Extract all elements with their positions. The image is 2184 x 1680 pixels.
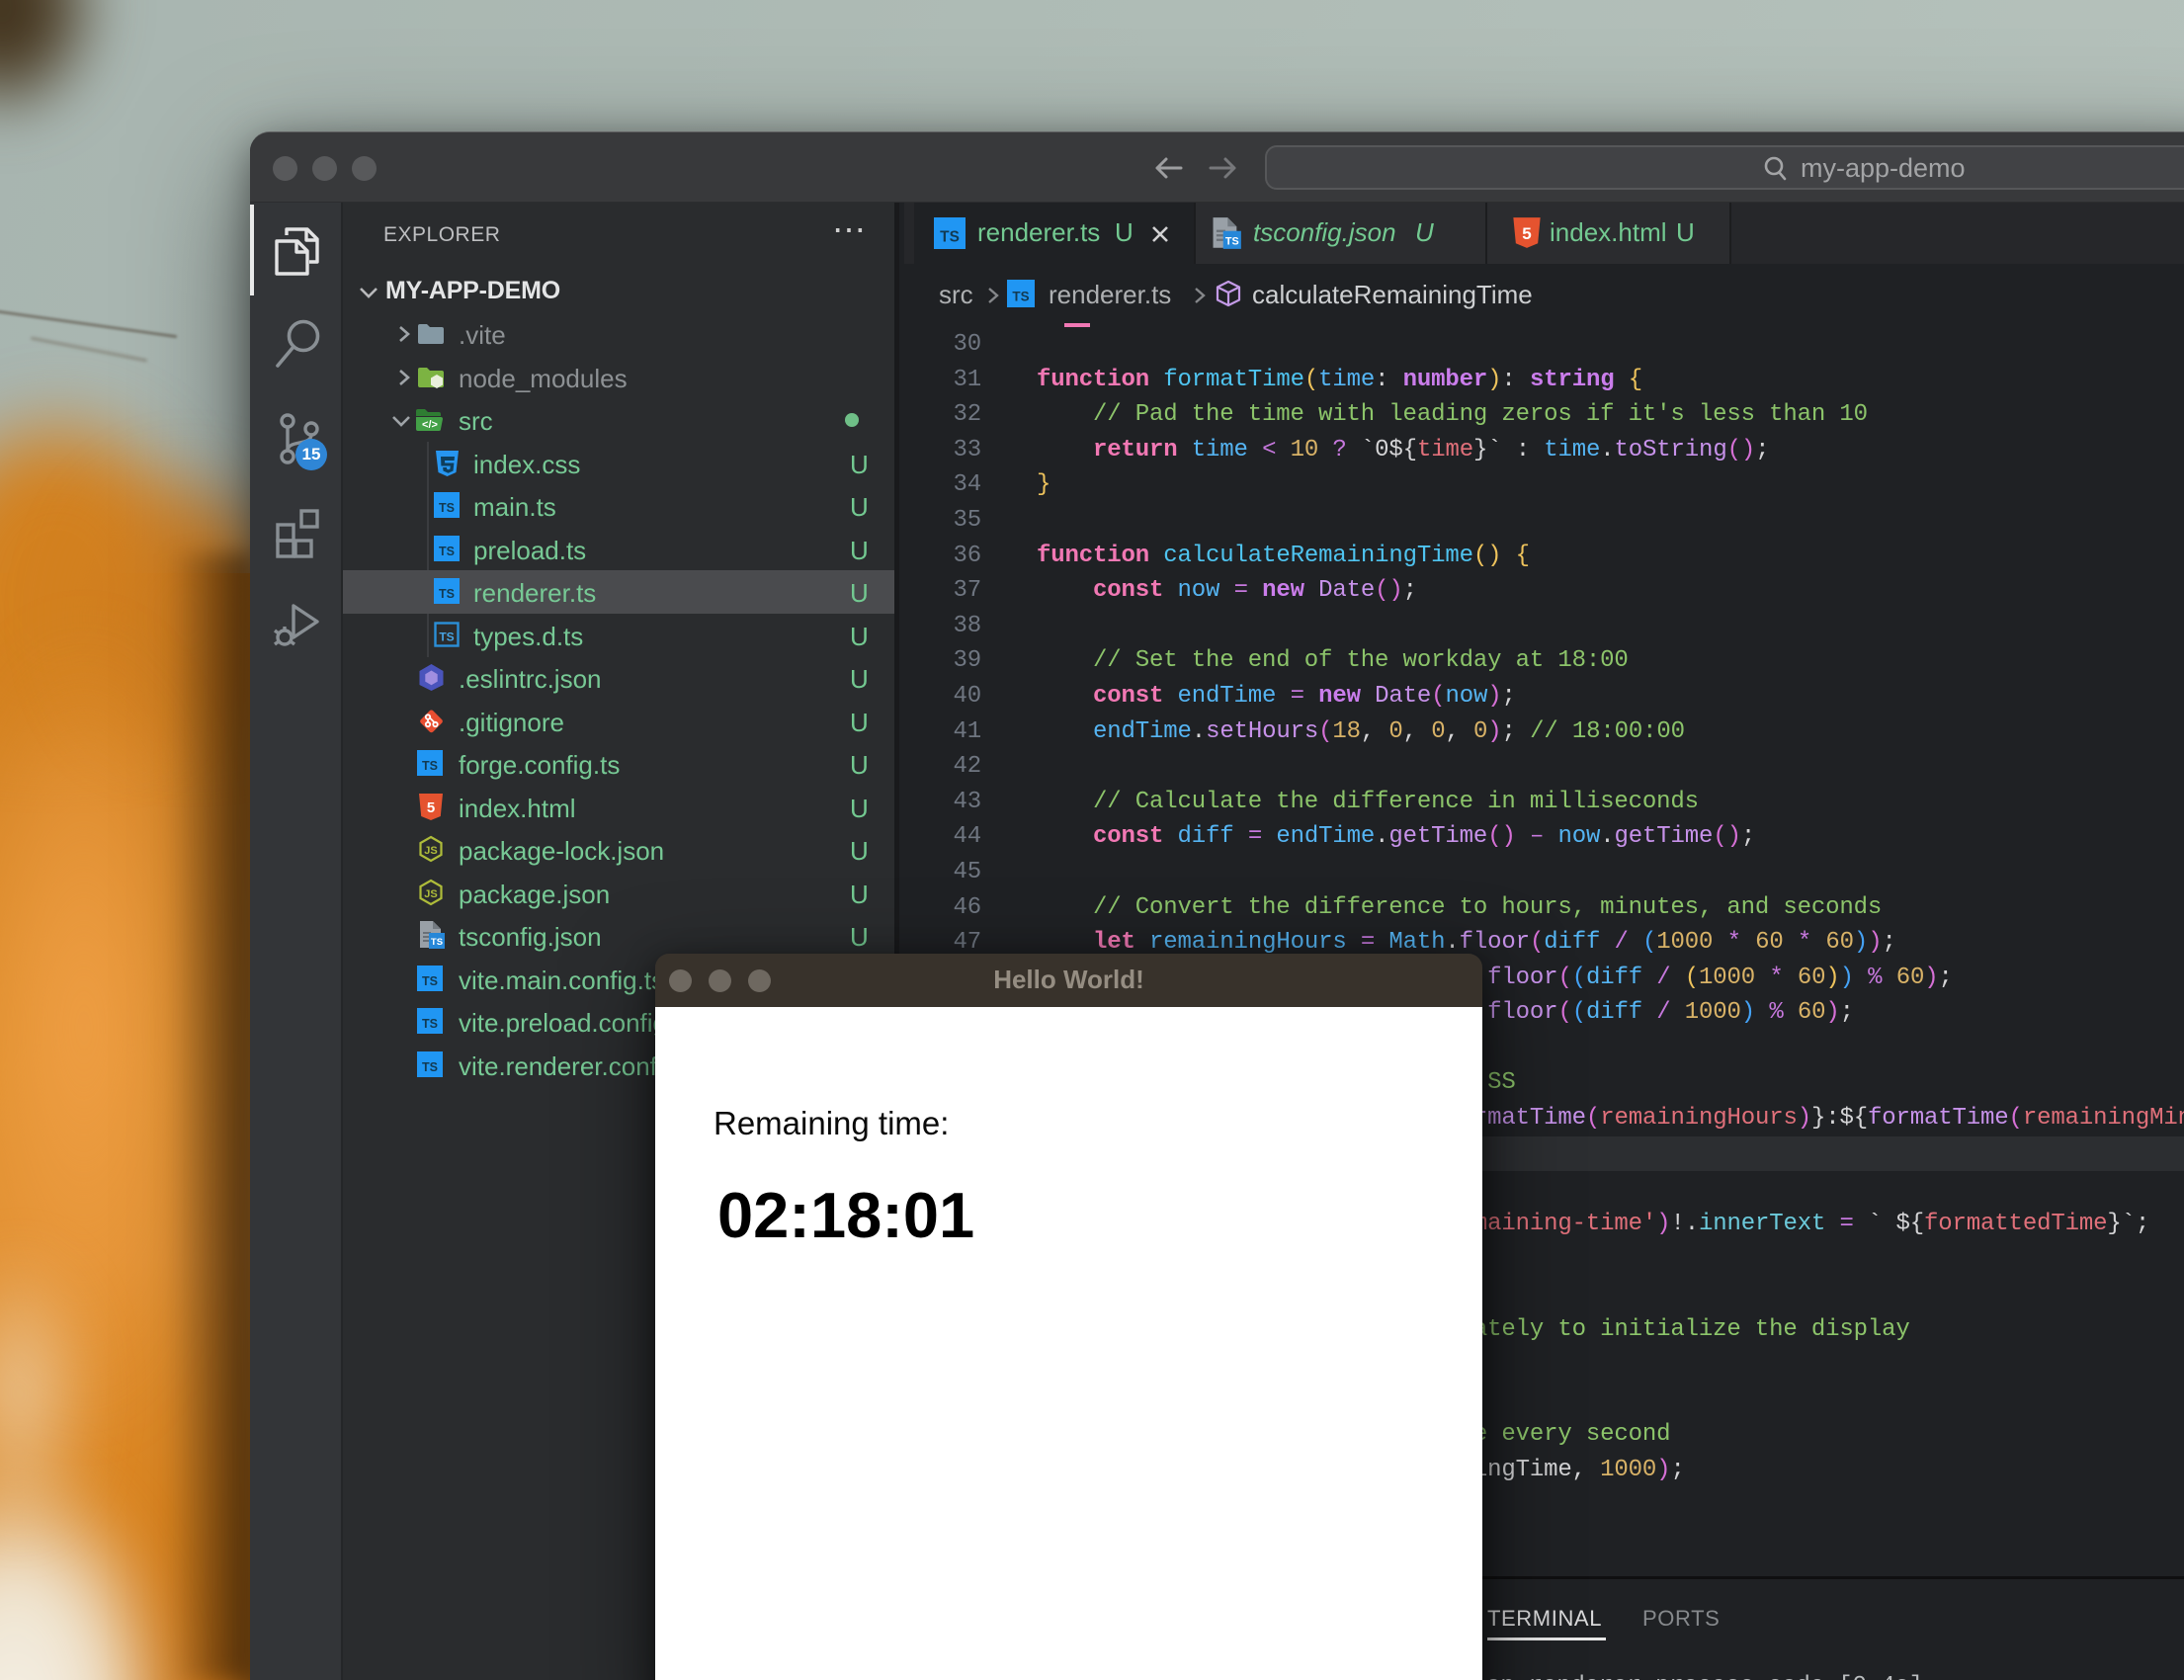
svg-text:TS: TS: [422, 759, 438, 773]
svg-text:TS: TS: [439, 545, 455, 558]
svg-text:JS: JS: [424, 888, 437, 900]
svg-text:</>: </>: [422, 419, 438, 431]
svg-text:JS: JS: [424, 845, 437, 857]
svg-text:TS: TS: [439, 630, 454, 643]
svg-text:TS: TS: [439, 587, 455, 601]
svg-text:TS: TS: [422, 1060, 438, 1074]
svg-text:5: 5: [1522, 224, 1531, 243]
svg-text:TS: TS: [1012, 290, 1029, 304]
svg-text:TS: TS: [1225, 235, 1239, 247]
svg-text:TS: TS: [422, 1017, 438, 1031]
svg-text:5: 5: [427, 799, 435, 816]
svg-text:TS: TS: [940, 229, 960, 246]
svg-text:TS: TS: [422, 974, 438, 988]
svg-text:TS: TS: [431, 937, 443, 948]
svg-text:TS: TS: [439, 501, 455, 515]
